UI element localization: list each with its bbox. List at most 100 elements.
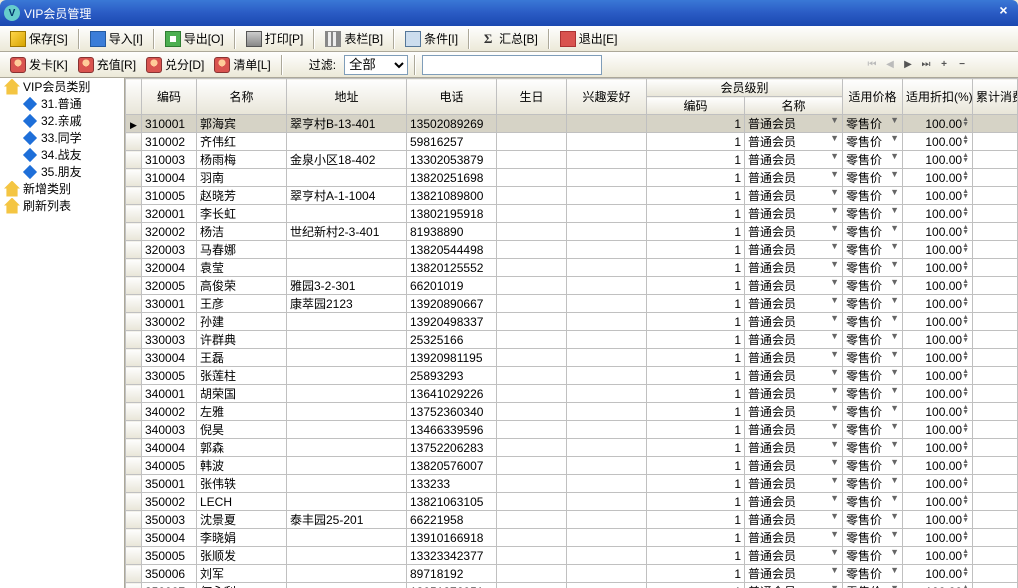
cell-grade-name[interactable]: 普通会员▼ — [745, 151, 843, 169]
cell-cum[interactable] — [973, 421, 1018, 439]
cell-name[interactable]: 王磊 — [197, 349, 287, 367]
cell-tel[interactable]: 13920890667 — [407, 295, 497, 313]
cell-cum[interactable] — [973, 529, 1018, 547]
cell-hobby[interactable] — [567, 475, 647, 493]
cell-code[interactable]: 330002 — [142, 313, 197, 331]
cell-discount[interactable]: 100.00 ▲▼ — [903, 223, 973, 241]
dropdown-icon[interactable]: ▼ — [890, 313, 899, 323]
cell-addr[interactable] — [287, 403, 407, 421]
recharge-button[interactable]: 充值[R] — [74, 54, 140, 76]
tree-category-item[interactable]: 35.朋友 — [0, 163, 124, 180]
cell-price[interactable]: 零售价▼ — [843, 205, 903, 223]
cell-grade-name[interactable]: 普通会员▼ — [745, 169, 843, 187]
table-row[interactable]: 350005张顺发133233423771普通会员▼零售价▼100.00 ▲▼ — [126, 547, 1018, 565]
cell-code[interactable]: 310003 — [142, 151, 197, 169]
table-row[interactable]: 320005高俊荣雅园3-2-301662010191普通会员▼零售价▼100.… — [126, 277, 1018, 295]
cell-code[interactable]: 350003 — [142, 511, 197, 529]
cell-code[interactable]: 330005 — [142, 367, 197, 385]
cell-grade-name[interactable]: 普通会员▼ — [745, 367, 843, 385]
tree-category-item[interactable]: 31.普通 — [0, 95, 124, 112]
cell-discount[interactable]: 100.00 ▲▼ — [903, 529, 973, 547]
save-button[interactable]: 保存[S] — [6, 28, 72, 50]
cell-addr[interactable] — [287, 241, 407, 259]
cell-price[interactable]: 零售价▼ — [843, 313, 903, 331]
cell-discount[interactable]: 100.00 ▲▼ — [903, 133, 973, 151]
cell-addr[interactable] — [287, 583, 407, 588]
cell-bday[interactable] — [497, 133, 567, 151]
table-row[interactable]: 340005韩波138205760071普通会员▼零售价▼100.00 ▲▼ — [126, 457, 1018, 475]
cell-tel[interactable]: 13820251698 — [407, 169, 497, 187]
spinner-icon[interactable]: ▲▼ — [962, 261, 969, 271]
cell-cum[interactable] — [973, 475, 1018, 493]
table-row[interactable]: 340001胡荣国136410292261普通会员▼零售价▼100.00 ▲▼ — [126, 385, 1018, 403]
cell-code[interactable]: 340001 — [142, 385, 197, 403]
spinner-icon[interactable]: ▲▼ — [962, 477, 969, 487]
dropdown-icon[interactable]: ▼ — [830, 421, 839, 431]
cell-hobby[interactable] — [567, 151, 647, 169]
table-row[interactable]: 340004郭森137522062831普通会员▼零售价▼100.00 ▲▼ — [126, 439, 1018, 457]
cell-cum[interactable] — [973, 133, 1018, 151]
cell-tel[interactable]: 13920498337 — [407, 313, 497, 331]
cell-grade-code[interactable]: 1 — [647, 115, 745, 133]
cell-bday[interactable] — [497, 241, 567, 259]
cell-bday[interactable] — [497, 187, 567, 205]
cell-bday[interactable] — [497, 457, 567, 475]
dropdown-icon[interactable]: ▼ — [890, 385, 899, 395]
dropdown-icon[interactable]: ▼ — [830, 403, 839, 413]
col-tel[interactable]: 电话 — [407, 79, 497, 115]
cell-addr[interactable] — [287, 259, 407, 277]
cell-code[interactable]: 310005 — [142, 187, 197, 205]
table-row[interactable]: 350002LECH138210631051普通会员▼零售价▼100.00 ▲▼ — [126, 493, 1018, 511]
cell-price[interactable]: 零售价▼ — [843, 241, 903, 259]
cell-discount[interactable]: 100.00 ▲▼ — [903, 259, 973, 277]
cell-hobby[interactable] — [567, 277, 647, 295]
cell-price[interactable]: 零售价▼ — [843, 187, 903, 205]
cell-hobby[interactable] — [567, 457, 647, 475]
cell-bday[interactable] — [497, 115, 567, 133]
cell-tel[interactable]: 25893293 — [407, 367, 497, 385]
table-row[interactable]: 330003许群典253251661普通会员▼零售价▼100.00 ▲▼ — [126, 331, 1018, 349]
cell-price[interactable]: 零售价▼ — [843, 475, 903, 493]
table-row[interactable]: 330005张莲柱258932931普通会员▼零售价▼100.00 ▲▼ — [126, 367, 1018, 385]
cell-tel[interactable]: 25325166 — [407, 331, 497, 349]
cell-price[interactable]: 零售价▼ — [843, 583, 903, 588]
nav-next[interactable]: ▶ — [900, 57, 916, 73]
col-bday[interactable]: 生日 — [497, 79, 567, 115]
cell-code[interactable]: 330001 — [142, 295, 197, 313]
cell-tel[interactable]: 13323342377 — [407, 547, 497, 565]
cell-addr[interactable] — [287, 313, 407, 331]
cell-cum[interactable] — [973, 259, 1018, 277]
cell-discount[interactable]: 100.00 ▲▼ — [903, 547, 973, 565]
cell-code[interactable]: 320001 — [142, 205, 197, 223]
cell-grade-name[interactable]: 普通会员▼ — [745, 277, 843, 295]
cell-price[interactable]: 零售价▼ — [843, 259, 903, 277]
table-row[interactable]: 350006刘军897181921普通会员▼零售价▼100.00 ▲▼ — [126, 565, 1018, 583]
cell-code[interactable]: 310001 — [142, 115, 197, 133]
col-grade-code[interactable]: 编码 — [647, 97, 745, 115]
cell-grade-name[interactable]: 普通会员▼ — [745, 295, 843, 313]
cell-discount[interactable]: 100.00 ▲▼ — [903, 241, 973, 259]
dropdown-icon[interactable]: ▼ — [830, 331, 839, 341]
tree-add-category[interactable]: 新增类别 — [0, 180, 124, 197]
spinner-icon[interactable]: ▲▼ — [962, 423, 969, 433]
cell-grade-code[interactable]: 1 — [647, 583, 745, 588]
spinner-icon[interactable]: ▲▼ — [962, 351, 969, 361]
cell-tel[interactable]: 81938890 — [407, 223, 497, 241]
dropdown-icon[interactable]: ▼ — [830, 367, 839, 377]
dropdown-icon[interactable]: ▼ — [830, 241, 839, 251]
cell-name[interactable]: 张伟轶 — [197, 475, 287, 493]
cell-name[interactable]: 张莲柱 — [197, 367, 287, 385]
dropdown-icon[interactable]: ▼ — [830, 205, 839, 215]
cell-hobby[interactable] — [567, 295, 647, 313]
cell-grade-name[interactable]: 普通会员▼ — [745, 403, 843, 421]
cell-grade-code[interactable]: 1 — [647, 241, 745, 259]
cell-tel[interactable]: 66201019 — [407, 277, 497, 295]
cell-addr[interactable] — [287, 439, 407, 457]
cell-addr[interactable] — [287, 421, 407, 439]
spinner-icon[interactable]: ▲▼ — [962, 531, 969, 541]
export-button[interactable]: 导出[O] — [161, 28, 228, 50]
spinner-icon[interactable]: ▲▼ — [962, 513, 969, 523]
cell-cum[interactable] — [973, 115, 1018, 133]
cell-hobby[interactable] — [567, 529, 647, 547]
spinner-icon[interactable]: ▲▼ — [962, 189, 969, 199]
